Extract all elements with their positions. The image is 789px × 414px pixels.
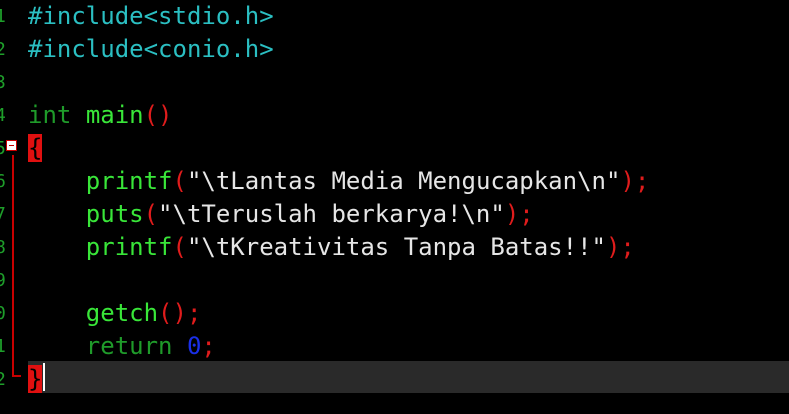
fold-range-end <box>12 375 21 377</box>
line-number: 2 <box>0 369 6 390</box>
code-line[interactable]: #include<conio.h> <box>28 33 274 66</box>
code-token: { <box>28 134 43 162</box>
line-number: 8 <box>0 237 6 258</box>
line-number-gutter: 123456789012 <box>0 0 10 414</box>
code-token: main <box>85 101 144 129</box>
code-editor[interactable]: 123456789012 #include<stdio.h> #include<c… <box>0 0 789 414</box>
code-token: ; <box>201 332 216 360</box>
line-number: 1 <box>0 6 6 27</box>
line-number: 4 <box>0 105 6 126</box>
line-number: 3 <box>0 72 6 93</box>
code-token: ); <box>620 167 650 195</box>
code-token: #include<conio.h> <box>28 35 274 63</box>
code-line[interactable]: getch(); <box>28 297 202 330</box>
fold-range-line <box>12 155 14 376</box>
code-token: getch <box>85 299 159 327</box>
code-line[interactable]: return 0; <box>28 330 216 363</box>
code-token: puts <box>85 200 144 228</box>
code-token: ); <box>605 233 635 261</box>
code-token: (); <box>158 299 202 327</box>
code-token: 0 <box>186 332 202 360</box>
code-line[interactable]: puts("\tTeruslah berkarya!\n"); <box>28 198 534 231</box>
line-number: 7 <box>0 204 6 225</box>
fold-collapse-icon[interactable] <box>6 140 17 151</box>
code-token: int <box>28 101 72 129</box>
code-line[interactable]: int main() <box>28 99 173 132</box>
code-token: "\tLantas Media Mengucapkan\n" <box>186 167 621 195</box>
code-token: ); <box>504 200 534 228</box>
line-number: 0 <box>0 303 6 324</box>
code-token: #include<stdio.h> <box>28 2 274 30</box>
code-token: printf <box>85 233 173 261</box>
text-cursor <box>43 363 45 391</box>
line-number: 6 <box>0 171 6 192</box>
code-line[interactable]: #include<stdio.h> <box>28 0 274 33</box>
code-token: return <box>85 332 173 360</box>
code-token: } <box>28 365 43 393</box>
code-token: ( <box>143 200 159 228</box>
code-token: ( <box>172 167 187 195</box>
code-token: "\tTeruslah berkarya!\n" <box>158 200 505 228</box>
code-line[interactable]: } <box>28 363 43 396</box>
line-number: 1 <box>0 336 6 357</box>
code-token: printf <box>85 167 173 195</box>
code-line[interactable]: printf("\tLantas Media Mengucapkan\n"); <box>28 165 650 198</box>
line-number: 2 <box>0 39 6 60</box>
code-token: "\tKreativitas Tanpa Batas!!" <box>186 233 606 261</box>
code-token: () <box>143 101 173 129</box>
code-token: ( <box>172 233 187 261</box>
code-line[interactable]: printf("\tKreativitas Tanpa Batas!!"); <box>28 231 635 264</box>
line-number: 9 <box>0 270 6 291</box>
current-line-highlight <box>28 361 789 393</box>
code-line[interactable]: { <box>28 132 43 165</box>
